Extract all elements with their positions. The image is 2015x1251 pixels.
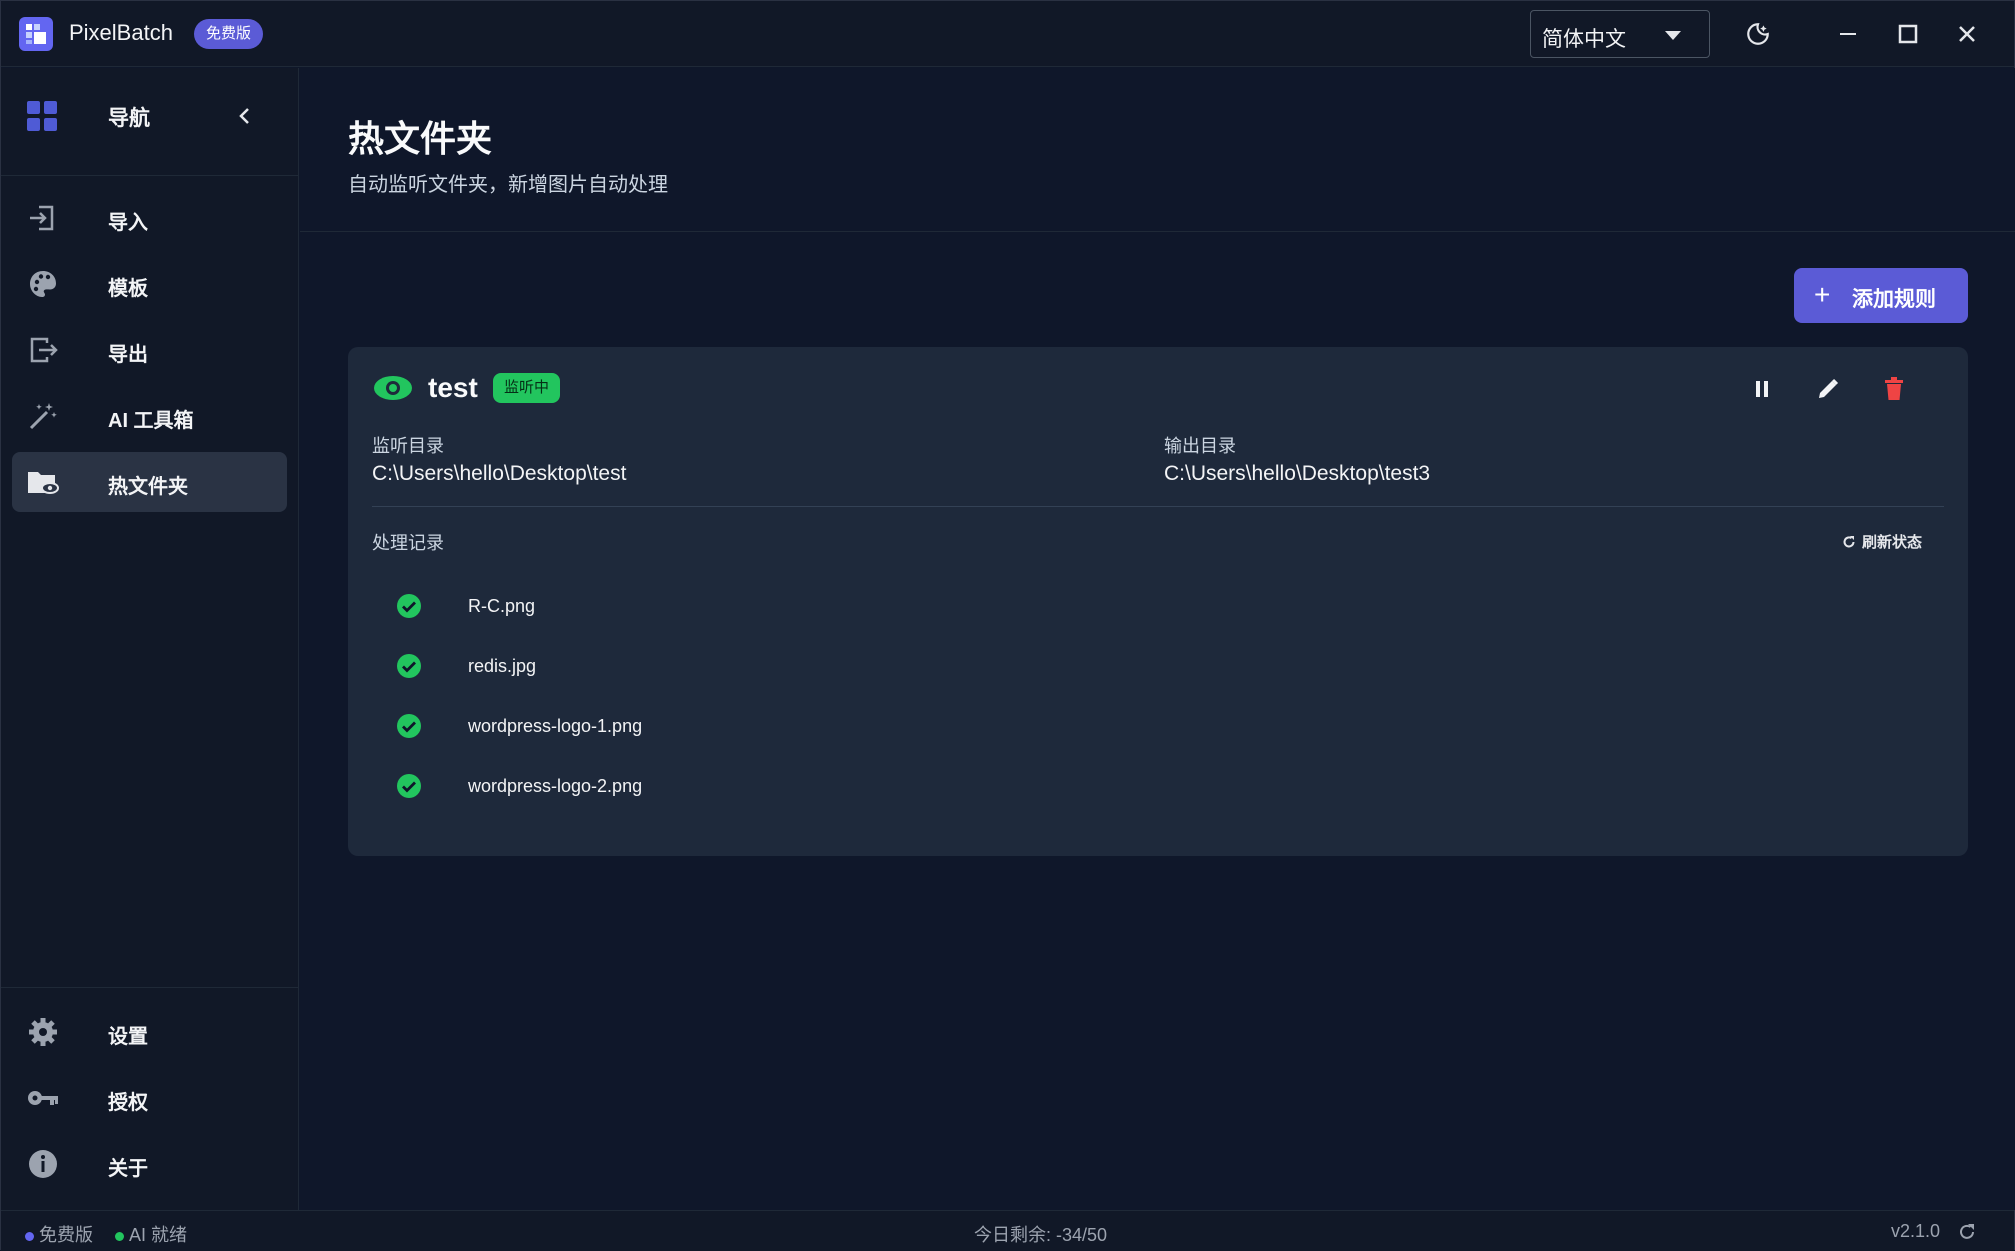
folder-eye-icon [28, 472, 59, 494]
sidebar-item-label: 导出 [108, 344, 148, 366]
output-dir-label: 输出目录 [1164, 436, 1236, 456]
chevron-down-icon [1665, 31, 1681, 40]
log-item: R-C.png [396, 587, 996, 627]
sidebar-item-export[interactable]: 导出 [12, 320, 287, 380]
quota-remaining: 今日剩余: -34/50 [974, 1225, 1108, 1245]
sidebar-item-label: 关于 [108, 1158, 148, 1180]
watch-dir-label: 监听目录 [372, 436, 444, 456]
sidebar-item-label: 授权 [108, 1092, 148, 1114]
minimize-button[interactable] [1832, 18, 1864, 50]
refresh-status-label: 刷新状态 [1862, 534, 1923, 551]
check-circle-icon [397, 654, 421, 678]
language-value: 简体中文 [1542, 28, 1626, 51]
theme-toggle-button[interactable] [1742, 18, 1774, 50]
watch-dir-value: C:\Users\hello\Desktop\test [372, 462, 627, 485]
sidebar-title: 导航 [108, 107, 150, 130]
page-title: 热文件夹 [348, 118, 493, 159]
ai-status: AI 就绪 [115, 1221, 187, 1247]
version-label: v2.1.0 [1891, 1221, 1941, 1241]
import-icon [30, 205, 54, 231]
output-dir-value: C:\Users\hello\Desktop\test3 [1164, 462, 1431, 485]
refresh-icon[interactable] [1957, 1222, 1977, 1242]
pause-icon [1756, 381, 1768, 397]
close-icon [1959, 26, 1975, 42]
delete-button[interactable] [1880, 375, 1908, 403]
pause-button[interactable] [1748, 375, 1776, 403]
ai-status-label: AI 就绪 [129, 1225, 188, 1245]
rule-card: test 监听中 监听目录 C:\Users\hello\Desktop\tes… [348, 347, 1968, 856]
sidebar-item-label: 模板 [108, 278, 148, 300]
sidebar: 导航 导入 模板 导出 AI 工具箱 热文件夹 设置 授权 关于 [1, 68, 299, 1210]
pencil-icon [1819, 378, 1839, 398]
palette-icon [30, 271, 56, 297]
log-item: wordpress-logo-1.png [396, 707, 996, 747]
edition-badge: 免费版 [194, 19, 264, 49]
app-logo-icon [19, 17, 53, 51]
main-content: 热文件夹 自动监听文件夹，新增图片自动处理 + 添加规则 test 监听中 监听… [300, 68, 2015, 1210]
plus-icon: + [1814, 279, 1831, 310]
check-circle-icon [397, 714, 421, 738]
edit-button[interactable] [1814, 375, 1842, 403]
info-icon [29, 1150, 57, 1178]
sidebar-divider [1, 987, 299, 988]
sidebar-item-label: 热文件夹 [108, 476, 188, 498]
log-file-name: wordpress-logo-2.png [468, 776, 643, 796]
sidebar-item-license[interactable]: 授权 [12, 1068, 287, 1128]
card-divider [372, 506, 1944, 507]
sidebar-item-settings[interactable]: 设置 [12, 1002, 287, 1062]
title-bar: PixelBatch 免费版 简体中文 [1, 1, 2014, 67]
page-subtitle: 自动监听文件夹，新增图片自动处理 [348, 174, 668, 196]
sidebar-header: 导航 [1, 68, 299, 176]
moon-icon [1747, 23, 1769, 45]
status-dot-icon [25, 1231, 34, 1241]
log-file-name: redis.jpg [468, 656, 537, 676]
edition-status-label: 免费版 [39, 1225, 93, 1245]
add-rule-label: 添加规则 [1852, 288, 1936, 311]
rule-name: test [428, 372, 478, 403]
export-icon [30, 337, 58, 363]
edition-status: 免费版 [25, 1221, 93, 1247]
sidebar-item-about[interactable]: 关于 [12, 1134, 287, 1194]
sidebar-item-hot-folder[interactable]: 热文件夹 [12, 452, 287, 512]
sidebar-item-import[interactable]: 导入 [12, 188, 287, 248]
language-select[interactable]: 简体中文 [1530, 10, 1710, 58]
refresh-status-button[interactable]: 刷新状态 [1842, 531, 1922, 552]
log-title: 处理记录 [372, 533, 444, 553]
close-button[interactable] [1951, 18, 1983, 50]
gear-icon [29, 1018, 57, 1046]
magic-wand-icon [29, 403, 57, 430]
sidebar-item-ai-toolbox[interactable]: AI 工具箱 [12, 386, 287, 446]
log-file-name: R-C.png [468, 596, 536, 616]
log-item: redis.jpg [396, 647, 996, 687]
trash-icon [1885, 377, 1903, 400]
status-dot-icon [115, 1231, 124, 1241]
key-icon [28, 1091, 58, 1105]
add-rule-button[interactable]: + 添加规则 [1794, 268, 1968, 323]
maximize-button[interactable] [1892, 18, 1924, 50]
sidebar-item-label: AI 工具箱 [108, 410, 194, 432]
app-window: PixelBatch 免费版 简体中文 导航 导入 模板 导出 AI 工具箱 热… [0, 0, 2015, 1251]
chevron-left-icon[interactable] [233, 104, 257, 128]
refresh-icon [1843, 535, 1855, 547]
status-badge: 监听中 [493, 373, 561, 403]
sidebar-item-label: 设置 [108, 1026, 148, 1048]
minimize-icon [1840, 33, 1856, 35]
eye-icon [374, 376, 412, 400]
log-item: wordpress-logo-2.png [396, 767, 996, 807]
sidebar-item-label: 导入 [108, 212, 148, 234]
sidebar-item-templates[interactable]: 模板 [12, 254, 287, 314]
page-header: 热文件夹 自动监听文件夹，新增图片自动处理 [300, 68, 2015, 232]
maximize-icon [1898, 24, 1918, 44]
app-name: PixelBatch [69, 20, 173, 45]
check-circle-icon [397, 774, 421, 798]
check-circle-icon [397, 594, 421, 618]
grid-icon [27, 101, 57, 131]
log-file-name: wordpress-logo-1.png [468, 716, 643, 736]
status-bar: 免费版 AI 就绪 今日剩余: -34/50 v2.1.0 [1, 1210, 2014, 1251]
